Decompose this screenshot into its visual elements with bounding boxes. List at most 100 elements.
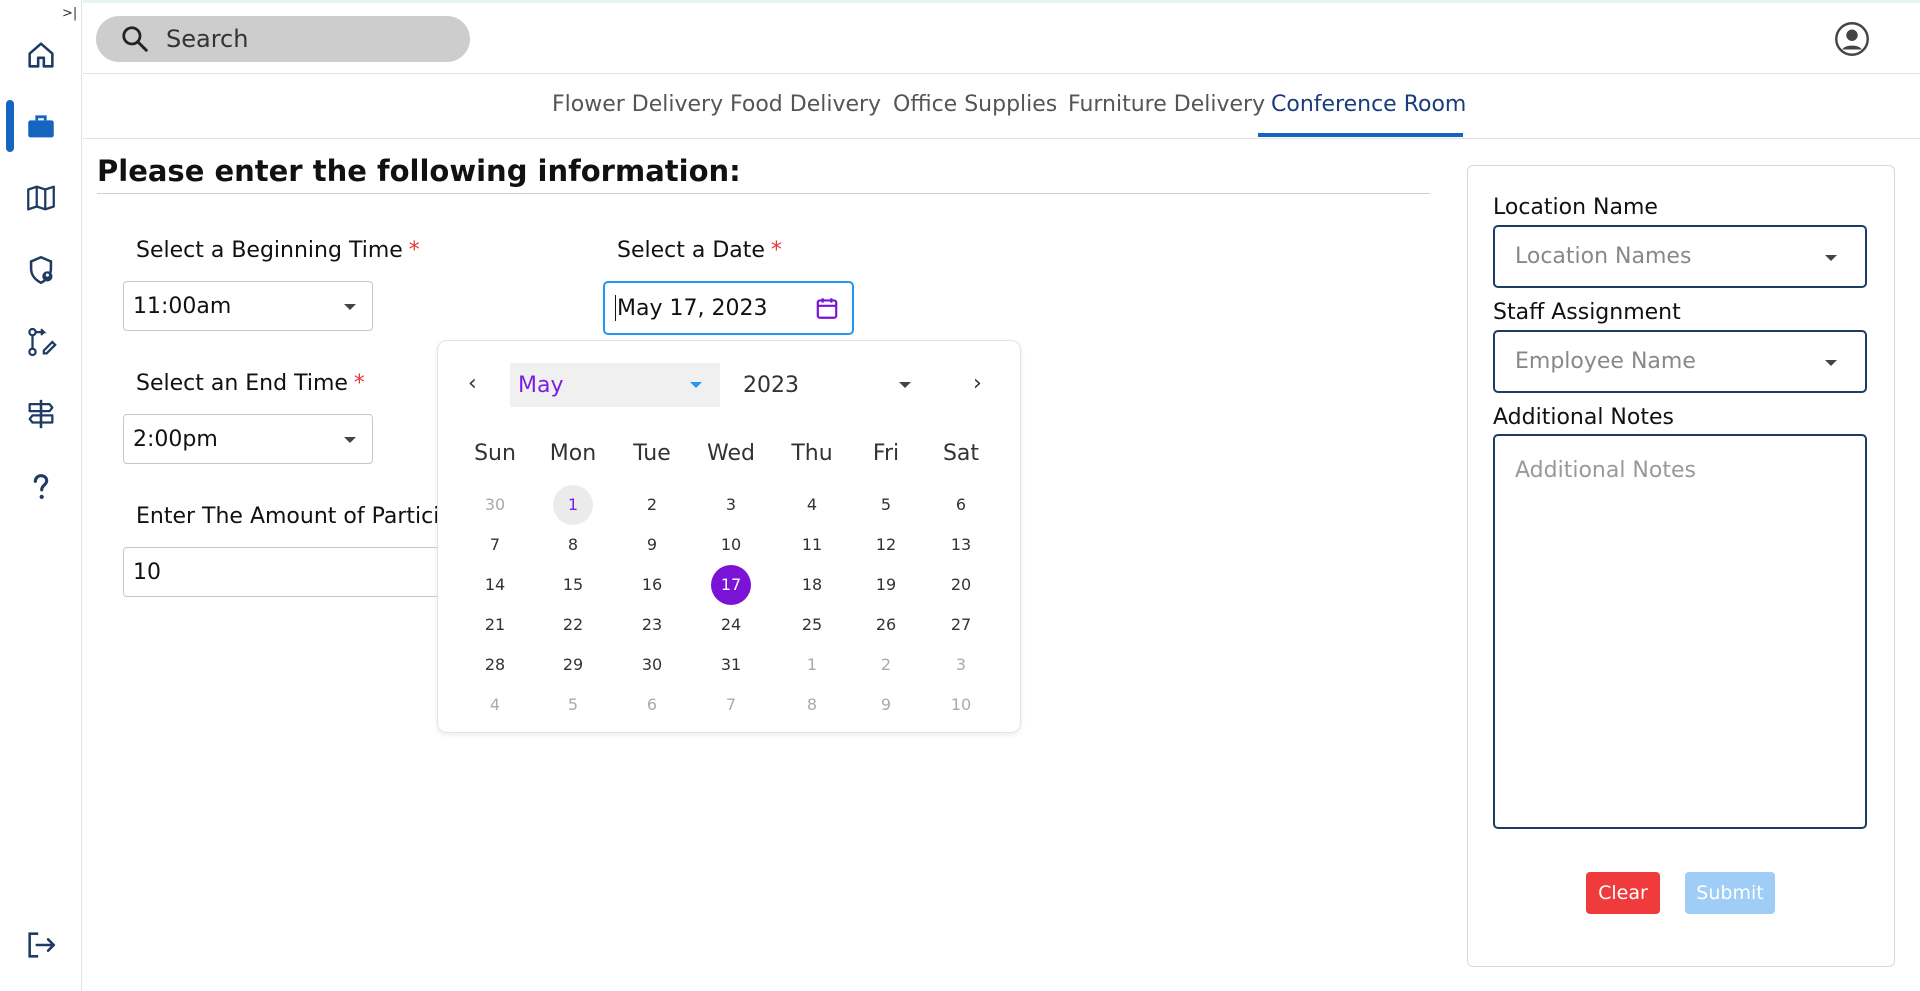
calendar-day[interactable]: 17 bbox=[711, 565, 751, 605]
calendar-day[interactable]: 2 bbox=[866, 645, 906, 685]
calendar-day[interactable]: 21 bbox=[475, 605, 515, 645]
active-indicator bbox=[6, 100, 14, 152]
notes-textarea[interactable]: Additional Notes bbox=[1493, 434, 1867, 829]
participants-value: 10 bbox=[133, 559, 161, 585]
briefcase-icon bbox=[28, 115, 54, 138]
sidebar-collapse-button[interactable]: >| bbox=[62, 6, 77, 21]
calendar-day[interactable]: 4 bbox=[475, 685, 515, 725]
calendar-day[interactable]: 1 bbox=[553, 485, 593, 525]
tab-conference-room[interactable]: Conference Room bbox=[1271, 92, 1466, 117]
calendar-day[interactable]: 19 bbox=[866, 565, 906, 605]
search-bar[interactable]: Search bbox=[96, 16, 470, 62]
end-time-value: 2:00pm bbox=[133, 426, 218, 452]
calendar-day[interactable]: 8 bbox=[553, 525, 593, 565]
search-icon bbox=[122, 26, 148, 52]
active-tab-underline bbox=[1258, 133, 1463, 137]
details-panel: Location Name Location Names Staff Assig… bbox=[1467, 165, 1895, 967]
tab-office-supplies[interactable]: Office Supplies bbox=[893, 92, 1057, 117]
next-month-button[interactable]: › bbox=[973, 371, 982, 396]
weekday-header: Thu bbox=[791, 441, 833, 466]
service-tabs: Flower Delivery Food Delivery Office Sup… bbox=[83, 74, 1920, 139]
staff-select[interactable]: Employee Name bbox=[1493, 330, 1867, 393]
calendar-day[interactable]: 8 bbox=[792, 685, 832, 725]
participants-input[interactable]: 10 bbox=[123, 547, 453, 597]
account-icon[interactable] bbox=[1834, 21, 1870, 57]
calendar-day[interactable]: 11 bbox=[792, 525, 832, 565]
calendar-day[interactable]: 3 bbox=[941, 645, 981, 685]
calendar-day[interactable]: 4 bbox=[792, 485, 832, 525]
date-label: Select a Date * bbox=[617, 238, 782, 263]
calendar-day[interactable]: 14 bbox=[475, 565, 515, 605]
calendar-day[interactable]: 5 bbox=[866, 485, 906, 525]
calendar-day[interactable]: 12 bbox=[866, 525, 906, 565]
sidebar-item-routes[interactable] bbox=[18, 319, 64, 365]
calendar-day[interactable]: 22 bbox=[553, 605, 593, 645]
end-time-label: Select an End Time * bbox=[136, 371, 365, 396]
calendar-day[interactable]: 7 bbox=[711, 685, 751, 725]
page-title: Please enter the following information: bbox=[97, 154, 741, 188]
calendar-day[interactable]: 1 bbox=[792, 645, 832, 685]
chevron-down-icon bbox=[690, 382, 702, 388]
calendar-day[interactable]: 9 bbox=[632, 525, 672, 565]
weekday-header: Sat bbox=[942, 441, 980, 466]
submit-button[interactable]: Submit bbox=[1685, 872, 1775, 914]
begin-time-select[interactable]: 11:00am bbox=[123, 281, 373, 331]
calendar-day[interactable]: 31 bbox=[711, 645, 751, 685]
calendar-day[interactable]: 5 bbox=[553, 685, 593, 725]
signpost-icon bbox=[28, 399, 54, 429]
calendar-day[interactable]: 30 bbox=[632, 645, 672, 685]
month-value: May bbox=[518, 372, 564, 398]
sidebar-item-directions[interactable] bbox=[18, 391, 64, 437]
sidebar-item-logout[interactable] bbox=[18, 922, 64, 968]
shield-user-icon bbox=[29, 255, 53, 285]
calendar-icon[interactable] bbox=[814, 295, 840, 321]
previous-month-button[interactable]: ‹ bbox=[468, 371, 477, 396]
clear-button[interactable]: Clear bbox=[1586, 872, 1660, 914]
weekday-header: Fri bbox=[872, 441, 900, 466]
calendar-day[interactable]: 9 bbox=[866, 685, 906, 725]
calendar-day[interactable]: 20 bbox=[941, 565, 981, 605]
date-value: May 17, 2023 bbox=[617, 295, 768, 321]
tab-furniture-delivery[interactable]: Furniture Delivery bbox=[1068, 92, 1265, 117]
calendar-day[interactable]: 28 bbox=[475, 645, 515, 685]
calendar-day[interactable]: 7 bbox=[475, 525, 515, 565]
calendar-day[interactable]: 16 bbox=[632, 565, 672, 605]
calendar-day[interactable]: 15 bbox=[553, 565, 593, 605]
calendar-day[interactable]: 18 bbox=[792, 565, 832, 605]
top-bar: Search bbox=[83, 0, 1920, 74]
calendar-day[interactable]: 10 bbox=[711, 525, 751, 565]
tab-food-delivery[interactable]: Food Delivery bbox=[730, 92, 881, 117]
sidebar-item-map[interactable] bbox=[18, 175, 64, 221]
calendar-day[interactable]: 26 bbox=[866, 605, 906, 645]
map-icon bbox=[27, 185, 55, 211]
sidebar-item-help[interactable] bbox=[18, 464, 64, 510]
location-label: Location Name bbox=[1493, 195, 1658, 220]
calendar-day[interactable]: 29 bbox=[553, 645, 593, 685]
sidebar-item-services[interactable] bbox=[18, 103, 64, 149]
location-select[interactable]: Location Names bbox=[1493, 225, 1867, 288]
calendar-day[interactable]: 27 bbox=[941, 605, 981, 645]
calendar-day[interactable]: 6 bbox=[941, 485, 981, 525]
weekday-header: Mon bbox=[549, 441, 597, 466]
notes-label: Additional Notes bbox=[1493, 405, 1674, 430]
chevron-down-icon bbox=[1825, 255, 1837, 261]
staff-label: Staff Assignment bbox=[1493, 300, 1681, 325]
year-select[interactable]: 2023 bbox=[743, 363, 933, 407]
calendar-day[interactable]: 30 bbox=[475, 485, 515, 525]
date-input[interactable]: May 17, 2023 bbox=[603, 281, 854, 335]
calendar-day[interactable]: 13 bbox=[941, 525, 981, 565]
end-time-select[interactable]: 2:00pm bbox=[123, 414, 373, 464]
route-edit-icon bbox=[28, 327, 57, 357]
calendar-day[interactable]: 25 bbox=[792, 605, 832, 645]
tab-flower-delivery[interactable]: Flower Delivery bbox=[552, 92, 723, 117]
search-input[interactable]: Search bbox=[166, 25, 248, 53]
calendar-day[interactable]: 3 bbox=[711, 485, 751, 525]
calendar-day[interactable]: 10 bbox=[941, 685, 981, 725]
calendar-day[interactable]: 6 bbox=[632, 685, 672, 725]
sidebar-item-home[interactable] bbox=[18, 32, 64, 78]
month-select[interactable]: May bbox=[510, 363, 720, 407]
calendar-day[interactable]: 24 bbox=[711, 605, 751, 645]
calendar-day[interactable]: 2 bbox=[632, 485, 672, 525]
calendar-day[interactable]: 23 bbox=[632, 605, 672, 645]
sidebar-item-admin[interactable] bbox=[18, 247, 64, 293]
